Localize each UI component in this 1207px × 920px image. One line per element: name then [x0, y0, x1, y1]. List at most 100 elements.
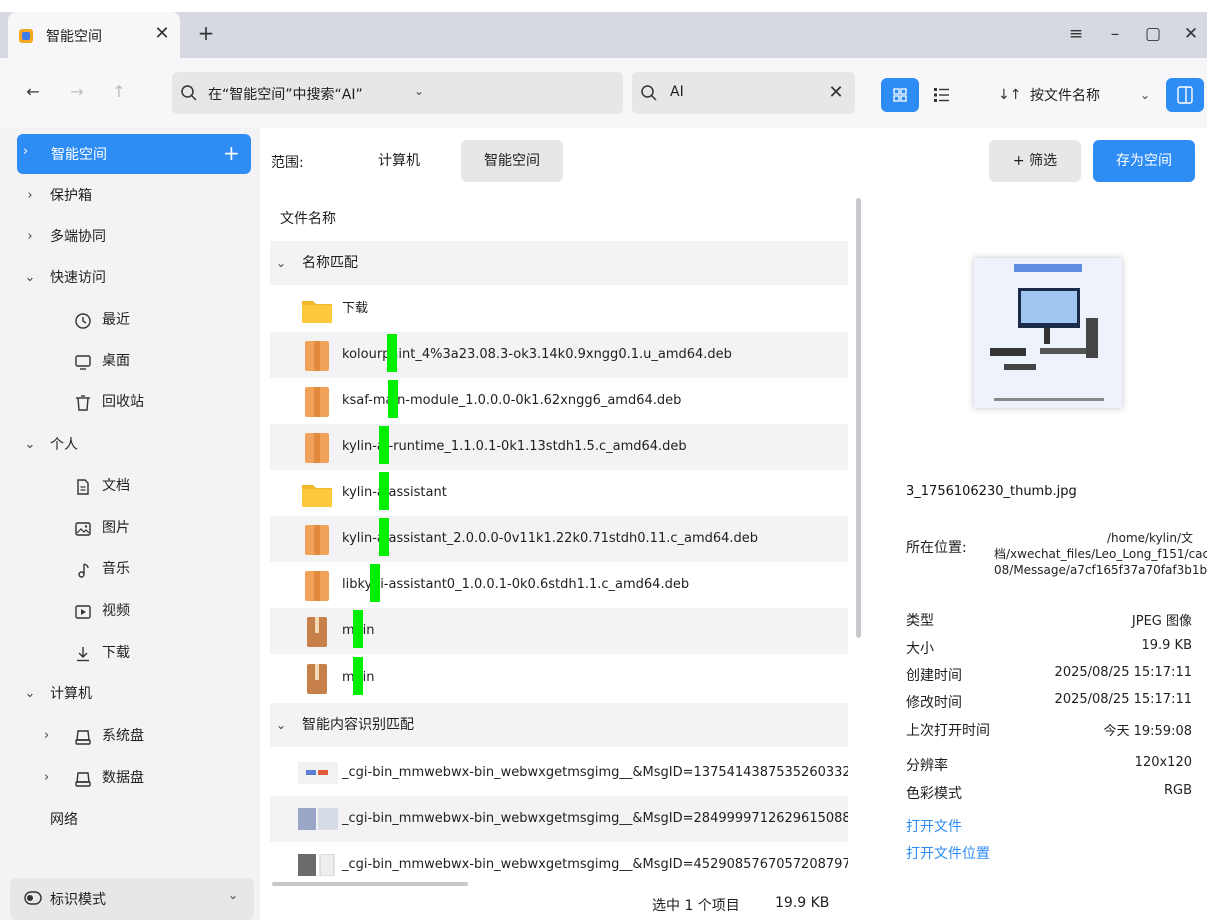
- size-label: 大小: [906, 641, 934, 657]
- folder-icon: [302, 485, 332, 507]
- horizontal-scrollbar[interactable]: [272, 882, 468, 886]
- sidebar-item-network[interactable]: 网络: [22, 804, 242, 836]
- filter-button[interactable]: + 筛选: [989, 140, 1081, 182]
- tab-close-icon[interactable]: ✕: [150, 21, 174, 47]
- vertical-scrollbar[interactable]: [856, 198, 861, 638]
- toggle-icon: [24, 891, 42, 905]
- list-view-button[interactable]: [928, 82, 954, 108]
- sort-label[interactable]: 按文件名称: [1030, 85, 1100, 105]
- size-value: 19.9 KB: [1141, 638, 1192, 653]
- created-label: 创建时间: [906, 668, 962, 684]
- sidebar-item-trash[interactable]: 回收站: [74, 386, 234, 418]
- column-header-name[interactable]: 文件名称: [280, 208, 336, 228]
- list-item[interactable]: 下载: [270, 286, 848, 332]
- menu-icon[interactable]: ≡: [1063, 21, 1089, 47]
- status-selection-count: 选中 1 个项目: [652, 898, 740, 914]
- match-highlight: [379, 518, 389, 556]
- address-bar[interactable]: 在“智能空间”中搜索“AI” ⌄: [172, 72, 623, 114]
- search-input[interactable]: AI ✕: [632, 72, 855, 114]
- sidebar-item-label: 视频: [102, 603, 130, 619]
- file-name: kylin-aiassistant: [342, 485, 447, 500]
- chevron-down-icon[interactable]: ⌄: [414, 84, 424, 98]
- zip-icon: [307, 617, 327, 647]
- sidebar-item-quick-access[interactable]: ⌄ 快速访问: [22, 262, 242, 294]
- chevron-right-icon: ›: [27, 229, 33, 244]
- match-highlight: [353, 657, 363, 695]
- sidebar-item-label: 下载: [102, 645, 130, 661]
- sort-icon[interactable]: ↓↑: [998, 84, 1021, 106]
- sidebar-item-documents[interactable]: 文档: [74, 470, 234, 502]
- sidebar-item-smart-space[interactable]: › 智能空间 +: [17, 134, 251, 174]
- sidebar-item-videos[interactable]: 视频: [74, 595, 234, 627]
- document-icon: [77, 479, 89, 495]
- sidebar-item-label: 文档: [102, 478, 130, 494]
- back-button[interactable]: ←: [22, 80, 44, 104]
- tag-mode-selector[interactable]: 标识模式 ⌄: [10, 878, 254, 920]
- status-selection-size: 19.9 KB: [775, 895, 830, 911]
- group-name-match[interactable]: ⌄ 名称匹配: [270, 241, 848, 285]
- sidebar-item-label: 多端协同: [50, 229, 106, 245]
- scope-smart-space-button[interactable]: 智能空间: [461, 140, 563, 182]
- chevron-down-icon[interactable]: ⌄: [1136, 84, 1154, 106]
- match-highlight: [379, 472, 389, 510]
- sidebar-item-desktop[interactable]: 桌面: [74, 345, 234, 377]
- address-text: 在“智能空间”中搜索“AI”: [208, 87, 363, 103]
- modified-label: 修改时间: [906, 695, 962, 711]
- sidebar-item-safe-box[interactable]: › 保护箱: [22, 180, 242, 212]
- save-as-space-button[interactable]: 存为空间: [1093, 140, 1195, 182]
- last-opened-label: 上次打开时间: [906, 723, 990, 739]
- up-button[interactable]: ↑: [108, 80, 130, 104]
- list-item[interactable]: ksaf-main-module_1.0.0.0-0k1.62xngg6_amd…: [270, 378, 848, 424]
- sidebar-item-multi-device[interactable]: › 多端协同: [22, 221, 242, 253]
- tab-title: 智能空间: [46, 29, 102, 45]
- sidebar-item-data-disk[interactable]: › 数据盘: [44, 762, 234, 794]
- color-mode-value: RGB: [1163, 783, 1192, 798]
- package-icon: [305, 525, 329, 555]
- scope-label: 范围:: [271, 155, 304, 171]
- list-item[interactable]: kylin-ai-runtime_1.1.0.1-0k1.13stdh1.5.c…: [270, 424, 848, 470]
- sidebar-item-system-disk[interactable]: › 系统盘: [44, 720, 234, 752]
- grid-view-button[interactable]: [881, 78, 919, 112]
- search-icon: [181, 85, 197, 101]
- list-item[interactable]: libkyai-assistant0_1.0.0.1-0k0.6stdh1.1.…: [270, 562, 848, 608]
- package-icon: [305, 433, 329, 463]
- tab-smart-space[interactable]: 智能空间 ✕: [8, 12, 180, 58]
- maximize-button[interactable]: ▢: [1140, 21, 1166, 47]
- list-item[interactable]: kylin-aiassistant: [270, 470, 848, 516]
- file-name: kolourpaint_4%3a23.08.3-ok3.14k0.9xngg0.…: [342, 347, 732, 362]
- sidebar-item-personal[interactable]: ⌄ 个人: [22, 429, 242, 461]
- scope-computer-button[interactable]: 计算机: [362, 140, 436, 182]
- match-highlight: [353, 610, 363, 648]
- list-item[interactable]: kolourpaint_4%3a23.08.3-ok3.14k0.9xngg0.…: [270, 332, 848, 378]
- open-file-link[interactable]: 打开文件: [906, 816, 962, 836]
- chevron-right-icon: ›: [44, 770, 50, 785]
- color-mode-label: 色彩模式: [906, 786, 962, 802]
- new-tab-button[interactable]: +: [194, 18, 218, 48]
- clear-search-icon[interactable]: ✕: [825, 81, 847, 105]
- folder-icon: [302, 301, 332, 323]
- chevron-down-icon: ⌄: [276, 256, 287, 270]
- sidebar-item-recent[interactable]: 最近: [74, 304, 234, 336]
- sidebar-item-label: 保护箱: [50, 188, 92, 204]
- chevron-right-icon: ›: [27, 188, 33, 203]
- clock-icon: [75, 313, 91, 329]
- list-item[interactable]: _cgi-bin_mmwebwx-bin_webwxgetmsgimg__&Ms…: [270, 750, 848, 796]
- forward-button[interactable]: →: [66, 80, 88, 104]
- minimize-button[interactable]: –: [1102, 21, 1128, 47]
- close-window-button[interactable]: ✕: [1178, 21, 1204, 47]
- list-item[interactable]: _cgi-bin_mmwebwx-bin_webwxgetmsgimg__&Ms…: [270, 796, 848, 842]
- search-icon: [641, 85, 657, 101]
- sidebar-item-computer[interactable]: ⌄ 计算机: [22, 678, 242, 710]
- group-content-match[interactable]: ⌄ 智能内容识别匹配: [270, 703, 848, 747]
- sidebar-item-downloads[interactable]: 下载: [74, 637, 234, 669]
- sidebar-item-pictures[interactable]: 图片: [74, 512, 234, 544]
- detail-panel-toggle[interactable]: [1166, 78, 1204, 112]
- location-value: /home/kylin/文档/xwechat_files/Leo_Long_f1…: [994, 531, 1207, 577]
- sidebar-item-music[interactable]: 音乐: [74, 553, 234, 585]
- add-space-icon[interactable]: +: [223, 141, 240, 165]
- list-item[interactable]: kylin-aiassistant_2.0.0.0-0v11k1.22k0.71…: [270, 516, 848, 562]
- open-file-location-link[interactable]: 打开文件位置: [906, 843, 990, 863]
- package-icon: [305, 387, 329, 417]
- search-value: AI: [670, 84, 684, 100]
- video-icon: [75, 605, 91, 619]
